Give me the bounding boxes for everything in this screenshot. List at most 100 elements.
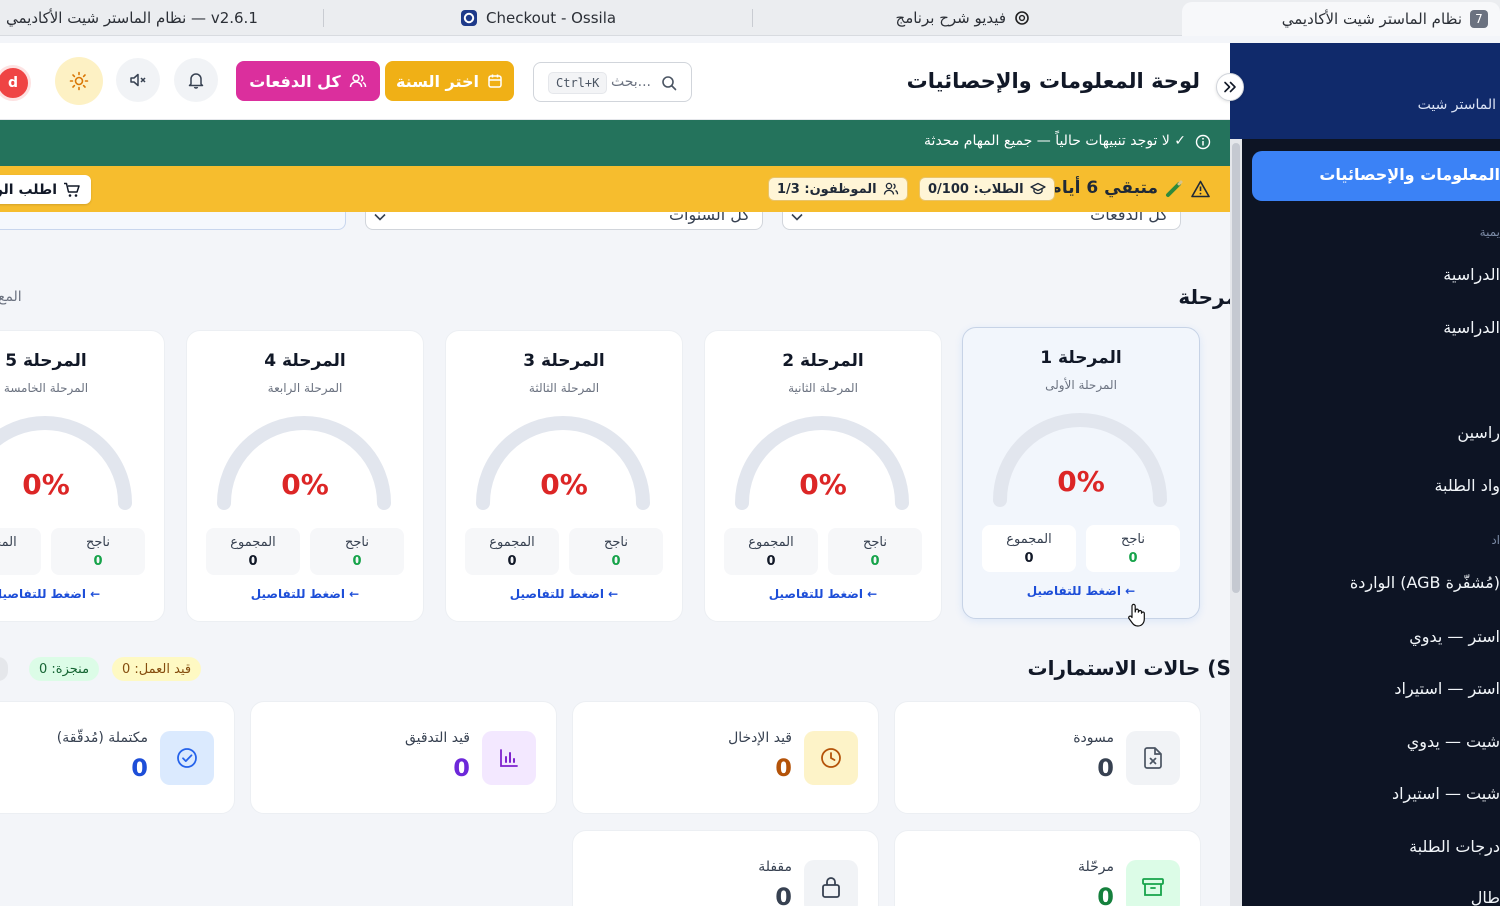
stage-filter-select[interactable] [0,212,346,230]
browser-tab-system[interactable]: نظام الماستر شيت الأكاديمي — v2.6.1 [6,0,258,36]
status-count: 0 [1097,883,1114,906]
details-link[interactable]: اضغط للتفاصيل ← [705,587,941,601]
page-header: لوحة المعلومات والإحصائيات بحث... Ctrl+K… [0,43,1230,120]
chevron-down-icon [374,213,386,221]
details-link[interactable]: اضغط للتفاصيل ← [0,587,164,601]
total-label: المجموع [1006,532,1052,547]
calendar-icon [488,74,502,88]
browser-tab-checkout[interactable]: Checkout - Ossila [460,0,616,36]
status-card[interactable]: مرحّلة 0 [894,830,1201,906]
notifications-button[interactable] [174,58,218,102]
students-quota-pill: الطلاب: 0/100 [919,177,1055,201]
stage-card[interactable]: المرحلة 5 المرحلة الخامسة 0% ناجح 0 المج… [0,330,165,622]
passed-value: 0 [611,554,621,569]
sidebar-item[interactable]: واد الطلبة [1434,476,1500,495]
mouse-cursor-icon [1128,603,1145,627]
passed-value: 0 [1128,551,1138,566]
pass-rate-value: 0% [799,468,847,501]
theme-toggle-button[interactable] [55,57,103,105]
sidebar-item[interactable]: الدراسية [1443,318,1500,337]
sidebar-item[interactable]: درجات الطلبة [1409,837,1500,856]
search-shortcut: Ctrl+K [548,72,608,94]
status-card[interactable]: مقفلة 0 [572,830,879,906]
chevron-down-icon [791,213,803,221]
stage-card[interactable]: المرحلة 3 المرحلة الثالثة 0% ناجح 0 المج… [445,330,683,622]
search-input[interactable]: بحث... [611,74,651,90]
sidebar-section-data: اد [1491,533,1500,547]
users-icon [883,182,898,195]
extra-badge [0,657,8,681]
sidebar-item[interactable]: الدراسية [1443,265,1500,284]
browser-tab-video[interactable]: فيديو شرح برنامج [896,0,1030,36]
sidebar-item[interactable]: شيت — استيراد [1392,784,1500,803]
pass-rate-value: 0% [281,468,329,501]
passed-label: ناجح [1120,532,1145,547]
passed-label: ناجح [85,535,110,550]
sidebar-scrollbar-thumb[interactable] [1232,143,1240,593]
browser-tab-active[interactable]: نظام الماستر شيت الأكاديمي 7 [1182,2,1500,36]
user-avatar[interactable]: d [0,65,31,101]
year-filter-select[interactable]: كل السنوات [365,212,763,230]
status-card[interactable]: قيد الإدخال 0 [572,701,879,814]
stage-name: المرحلة 5 [5,351,87,371]
passed-stat: ناجح 0 [51,528,145,575]
sidebar-item[interactable]: استر — يدوي [1409,627,1500,646]
sidebar-scrollbar[interactable] [1230,139,1242,906]
stage-subtitle: المرحلة الخامسة [3,381,89,395]
pass-rate-value: 0% [540,468,588,501]
passed-value: 0 [352,554,362,569]
total-stat: المجموع 0 [206,528,300,575]
search-box[interactable]: بحث... Ctrl+K [533,62,692,102]
batch-filter-select[interactable]: كل الدفعات [782,212,1181,230]
hourglass-icon [1166,180,1183,197]
total-value: 0 [766,554,776,569]
sidebar-item[interactable]: راسين [1457,423,1500,442]
in-progress-badge: قيد العمل: 0 [112,657,202,681]
sidebar-item[interactable]: الواردة (AGB مُشفّرة) [1350,573,1500,592]
sidebar-item[interactable]: شيت — يدوي [1407,732,1500,751]
all-payments-button[interactable]: كل الدفعات [236,61,380,101]
graduation-cap-icon [1029,182,1046,195]
mute-button[interactable] [116,58,160,102]
tab-title: نظام الماستر شيت الأكاديمي [1281,10,1462,28]
passed-stat: ناجح 0 [310,528,404,575]
search-icon [662,76,677,91]
info-icon [1195,134,1211,150]
total-stat: المجموع 0 [0,528,41,575]
status-card[interactable]: مكتملة (مُدقّقة) 0 [0,701,235,814]
warning-icon [1191,180,1210,198]
total-value: 0 [0,554,41,569]
total-value: 0 [1024,551,1034,566]
check-circle-icon [160,731,214,785]
stage-card[interactable]: المرحلة 4 المرحلة الرابعة 0% ناجح 0 المج… [186,330,424,622]
all-payments-label: كل الدفعات [249,71,341,91]
page-title: لوحة المعلومات والإحصائيات [906,69,1200,93]
stage-card[interactable]: المرحلة 2 المرحلة الثانية 0% ناجح 0 المج… [704,330,942,622]
passed-stat: ناجح 0 [1086,525,1180,572]
details-link[interactable]: اضغط للتفاصيل ← [963,584,1199,598]
passed-label: ناجح [344,535,369,550]
total-label: المجموع [0,535,17,550]
stage-name: المرحلة 4 [264,351,346,371]
sidebar-item[interactable]: استر — استيراد [1394,679,1500,698]
details-link[interactable]: اضغط للتفاصيل ← [187,587,423,601]
bell-icon [188,73,204,89]
status-card[interactable]: مسودة 0 [894,701,1201,814]
stage-card[interactable]: المرحلة 1 المرحلة الأولى 0% ناجح 0 المجم… [962,327,1200,619]
users-icon [349,74,366,88]
status-count: 0 [1097,754,1114,782]
sidebar-item[interactable]: طال [1471,888,1500,906]
stage-subtitle: المرحلة الثالثة [528,381,600,395]
stage-name: المرحلة 2 [782,351,864,371]
total-label: المجموع [489,535,535,550]
status-card[interactable]: قيد التدقيق 0 [250,701,557,814]
sidebar-header: الماستر شيت [1230,43,1500,139]
order-now-button[interactable]: اطلب الن [0,175,91,204]
sidebar-collapse-button[interactable] [1216,73,1244,101]
volume-mute-icon [130,73,146,87]
select-year-button[interactable]: اختر السنة [385,61,514,101]
details-link[interactable]: اضغط للتفاصيل ← [446,587,682,601]
passed-label: ناجح [862,535,887,550]
sidebar-brand: الماستر شيت [1417,97,1496,113]
sun-icon [69,71,89,91]
